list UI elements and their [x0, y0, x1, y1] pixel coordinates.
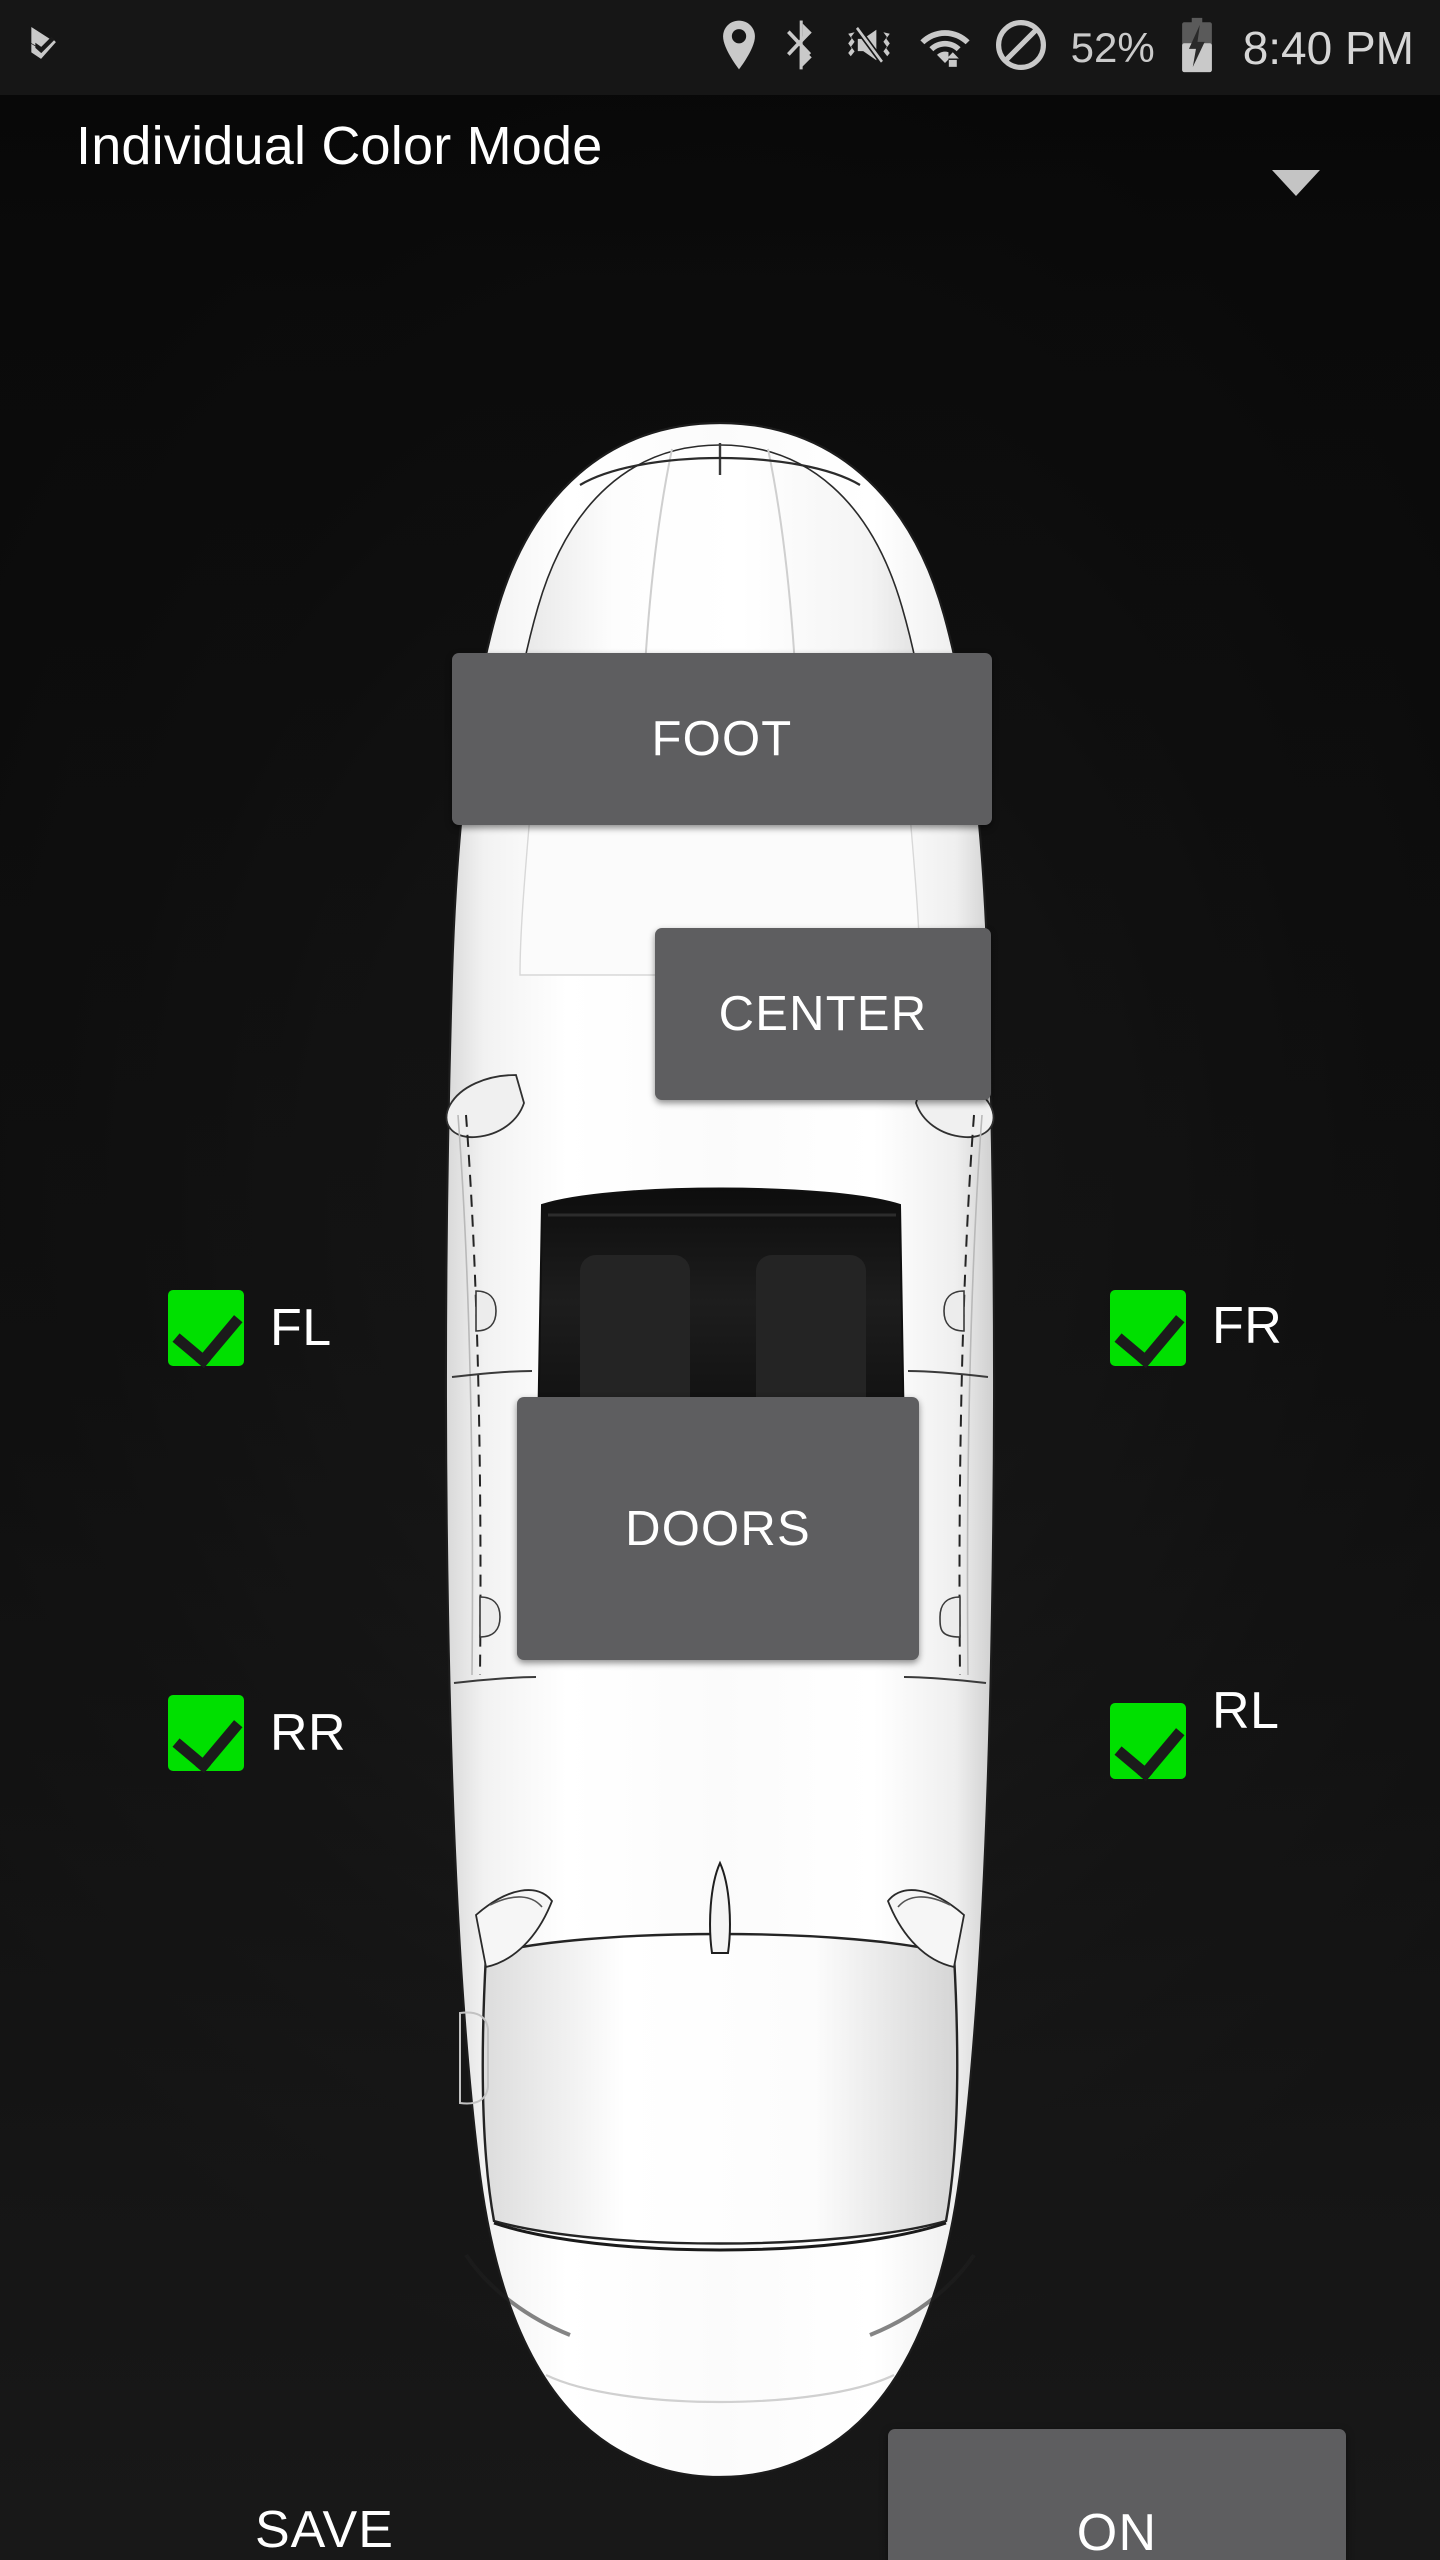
power-toggle-button[interactable]: ON — [888, 2429, 1346, 2560]
wifi-icon — [919, 22, 971, 73]
checkbox-label-fl: FL — [270, 1299, 332, 1357]
battery-percent-label: 52% — [1070, 23, 1155, 71]
checkbox-row-fl[interactable]: FL — [168, 1290, 332, 1366]
checkbox-rr[interactable] — [168, 1695, 244, 1771]
checkbox-fl[interactable] — [168, 1290, 244, 1366]
location-pin-icon — [719, 19, 759, 76]
app-screen: Individual Color Mode FOOT CENTER DOORS … — [0, 95, 1440, 2560]
battery-charging-icon — [1179, 17, 1215, 78]
checkbox-label-rl: RL — [1212, 1682, 1280, 1740]
checkbox-rl[interactable] — [1110, 1703, 1186, 1779]
zone-button-foot[interactable]: FOOT — [452, 653, 992, 825]
checkbox-fr[interactable] — [1110, 1290, 1186, 1366]
checkbox-row-rr[interactable]: RR — [168, 1695, 346, 1771]
power-toggle-label: ON — [1076, 2503, 1158, 2560]
app-title-bar: Individual Color Mode — [0, 95, 1440, 215]
zone-button-doors[interactable]: DOORS — [517, 1397, 919, 1660]
do-not-disturb-icon — [995, 19, 1047, 76]
clock-label: 8:40 PM — [1242, 21, 1414, 74]
vibrate-mute-icon — [843, 21, 895, 74]
status-bar-right: 52% 8:40 PM — [719, 17, 1414, 78]
checkbox-label-fr: FR — [1212, 1297, 1283, 1355]
checkbox-row-fr[interactable]: FR — [1110, 1290, 1282, 1366]
status-bar-left — [24, 23, 68, 72]
save-button[interactable]: SAVE — [180, 2425, 480, 2560]
status-bar: 52% 8:40 PM — [0, 0, 1440, 95]
chevron-down-icon[interactable] — [1272, 170, 1320, 196]
play-check-icon — [24, 23, 68, 72]
checkbox-label-rr: RR — [270, 1704, 347, 1762]
zone-button-center[interactable]: CENTER — [655, 928, 991, 1100]
checkbox-row-rl[interactable]: RL — [1110, 1682, 1279, 1779]
bluetooth-icon — [783, 19, 819, 76]
page-title: Individual Color Mode — [76, 116, 603, 176]
